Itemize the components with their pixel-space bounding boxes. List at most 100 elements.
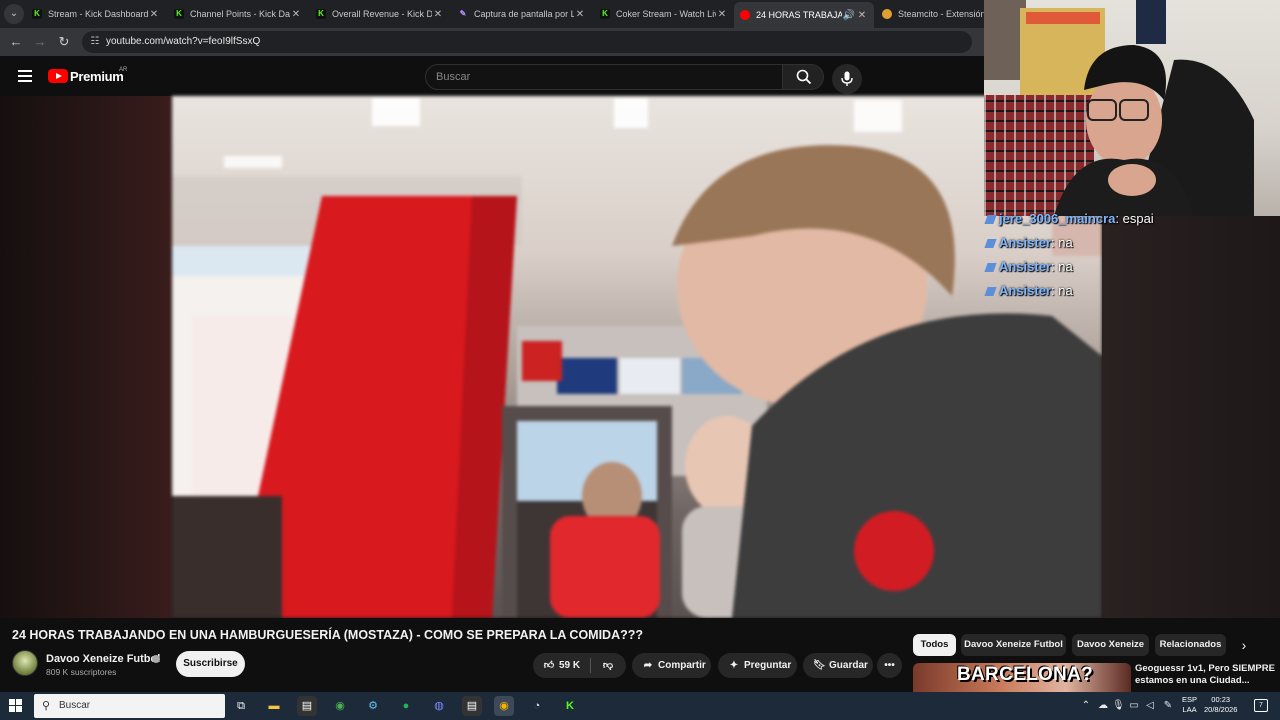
browser-toolbar: ← → ↻ ☷ youtube.com/watch?v=feoI9lfSsxQ <box>0 28 984 56</box>
close-tab-icon[interactable]: ✕ <box>290 9 302 20</box>
cloud-icon[interactable]: ☁ <box>1097 700 1109 712</box>
dislike-button[interactable]: 👎︎ <box>595 653 621 678</box>
subscribe-button[interactable]: Suscribirse <box>176 651 245 677</box>
reload-icon[interactable]: ↻ <box>56 34 72 50</box>
share-button[interactable]: ➦ Compartir <box>632 653 711 678</box>
app-icon[interactable]: ▤ <box>297 696 317 716</box>
youtube-brand[interactable]: Premium <box>70 69 124 84</box>
webcam-scene <box>984 0 1254 216</box>
bookmark-icon: 🔖︎ <box>813 660 826 671</box>
chip-channel[interactable]: Davoo Xeneize Futbol <box>961 634 1066 656</box>
tab-title: Overall Revenue - Kick Dashboard <box>332 9 432 19</box>
search-button[interactable] <box>782 64 824 90</box>
channel-avatar[interactable] <box>12 650 38 676</box>
taskbar-clock[interactable]: 00:23 20/8/2026 <box>1204 695 1237 715</box>
close-tab-icon[interactable]: ✕ <box>148 9 160 20</box>
keyboard-language[interactable]: ESP LAA <box>1182 695 1197 715</box>
ask-button[interactable]: ✦ Preguntar <box>718 653 797 678</box>
kick-icon[interactable]: K <box>560 696 580 716</box>
close-tab-icon[interactable]: ✕ <box>856 10 868 21</box>
steam-icon[interactable]: ⚙ <box>363 696 383 716</box>
notification-count: 7 <box>1259 702 1263 709</box>
browser-tab[interactable]: K Overall Revenue - Kick Dashboard ✕ <box>316 4 444 24</box>
more-actions-button[interactable]: ••• <box>877 653 902 678</box>
close-tab-icon[interactable]: ✕ <box>716 9 728 20</box>
chat-message: Ansister: na <box>984 259 1073 274</box>
browser-tab[interactable]: K Coker Stream - Watch Live on Kick ✕ <box>600 4 728 24</box>
chat-message: Ansister: na <box>984 283 1073 298</box>
clock-date: 20/8/2026 <box>1204 705 1238 714</box>
video-frame[interactable] <box>172 96 1102 618</box>
search-input[interactable]: Buscar <box>425 64 783 90</box>
like-button[interactable]: 👍︎ 59 K <box>533 653 589 678</box>
chip-davoo[interactable]: Davoo Xeneize <box>1072 634 1149 656</box>
channel-name[interactable]: Davoo Xeneize Futbol <box>46 653 160 665</box>
app-icon[interactable]: ▤ <box>462 696 482 716</box>
discord-icon[interactable]: ◍ <box>429 696 449 716</box>
recommended-video-title[interactable]: Geoguessr 1v1, Pero SIEMPRE estamos en u… <box>1135 663 1275 692</box>
file-explorer-icon[interactable]: ▬ <box>264 696 284 716</box>
clock-time: 00:23 <box>1211 695 1231 704</box>
browser-tab-active[interactable]: 24 HORAS TRABAJANDO EN UNA HAMBURGUESERÍ… <box>734 2 874 28</box>
volume-icon[interactable]: ◁ <box>1144 700 1156 712</box>
chat-badge-icon <box>984 287 997 297</box>
back-arrow-icon[interactable]: ← <box>8 34 24 50</box>
chevron-up-icon[interactable]: ⌃ <box>1080 700 1092 712</box>
chat-text: na <box>1058 259 1073 274</box>
site-info-icon[interactable]: ☷ <box>88 35 102 49</box>
network-icon[interactable]: ▭ <box>1128 700 1140 712</box>
region-code: AR <box>119 67 128 73</box>
close-tab-icon[interactable]: ✕ <box>432 9 444 20</box>
tab-title: Steamcito - Extensión y bot de Steam <box>898 9 984 19</box>
microphone-icon[interactable]: 🎙︎ <box>1112 700 1125 712</box>
steamcito-icon <box>882 9 892 19</box>
windows-start-icon[interactable] <box>9 699 23 713</box>
like-divider <box>590 658 591 673</box>
thumbs-down-icon: 👎︎ <box>602 660 614 671</box>
kick-icon: K <box>316 9 326 19</box>
browser-tab[interactable]: Steamcito - Extensión y bot de Steam <box>882 4 984 24</box>
chrome-active-icon[interactable]: ◉ <box>494 696 514 716</box>
spotify-icon[interactable]: ● <box>396 696 416 716</box>
microphone-icon <box>841 71 853 86</box>
taskbar-search-input[interactable]: ⚲ Buscar <box>34 694 225 718</box>
thumbnail-text: BARCELONA? <box>957 664 1093 685</box>
speaker-icon[interactable]: 🔊 <box>842 10 856 21</box>
chrome-icon[interactable]: ◉ <box>330 696 350 716</box>
ask-label: Preguntar <box>744 660 792 671</box>
chevron-right-icon[interactable]: › <box>1236 636 1252 654</box>
share-label: Compartir <box>658 660 706 671</box>
youtube-logo-icon[interactable] <box>48 69 68 83</box>
save-button[interactable]: 🔖︎ Guardar <box>803 653 873 678</box>
browser-tab[interactable]: K Channel Points - Kick Dashboard ✕ <box>174 4 302 24</box>
chat-message: jere_3006_maincra: espai <box>984 211 1154 226</box>
chat-badge-icon <box>984 239 997 249</box>
chat-text: na <box>1058 235 1073 250</box>
verified-badge-icon <box>152 655 160 663</box>
video-scene <box>172 96 1102 618</box>
browser-tab-strip: ⌄ K Stream - Kick Dashboard ✕ K Channel … <box>0 0 984 28</box>
chip-related[interactable]: Relacionados <box>1155 634 1226 656</box>
task-view-icon[interactable]: ⧉ <box>231 696 251 716</box>
pen-icon[interactable]: ✎ <box>1162 700 1174 712</box>
youtube-icon <box>740 10 750 20</box>
obs-icon[interactable]: ◔ <box>527 696 547 716</box>
voice-search-button[interactable] <box>832 64 862 94</box>
share-icon: ➦ <box>643 660 653 671</box>
kick-icon: K <box>600 9 610 19</box>
notifications-icon[interactable]: 7 <box>1254 699 1268 712</box>
kick-icon: K <box>32 9 42 19</box>
recommended-video-thumbnail[interactable]: BARCELONA? <box>913 663 1131 692</box>
browser-tab[interactable]: ✎ Captura de pantalla por Lightshot ✕ <box>458 4 586 24</box>
address-bar[interactable]: ☷ youtube.com/watch?v=feoI9lfSsxQ <box>82 31 972 53</box>
menu-icon[interactable] <box>18 70 32 82</box>
browser-tab[interactable]: K Stream - Kick Dashboard ✕ <box>32 4 160 24</box>
tab-search-dropdown-icon[interactable]: ⌄ <box>4 4 24 24</box>
chat-username: Ansister <box>999 259 1052 274</box>
forward-arrow-icon[interactable]: → <box>32 34 48 50</box>
chip-todos[interactable]: Todos <box>913 634 956 656</box>
tab-title: Captura de pantalla por Lightshot <box>474 9 574 19</box>
search-icon <box>796 69 812 85</box>
close-tab-icon[interactable]: ✕ <box>574 9 586 20</box>
chat-username: Ansister <box>999 235 1052 250</box>
